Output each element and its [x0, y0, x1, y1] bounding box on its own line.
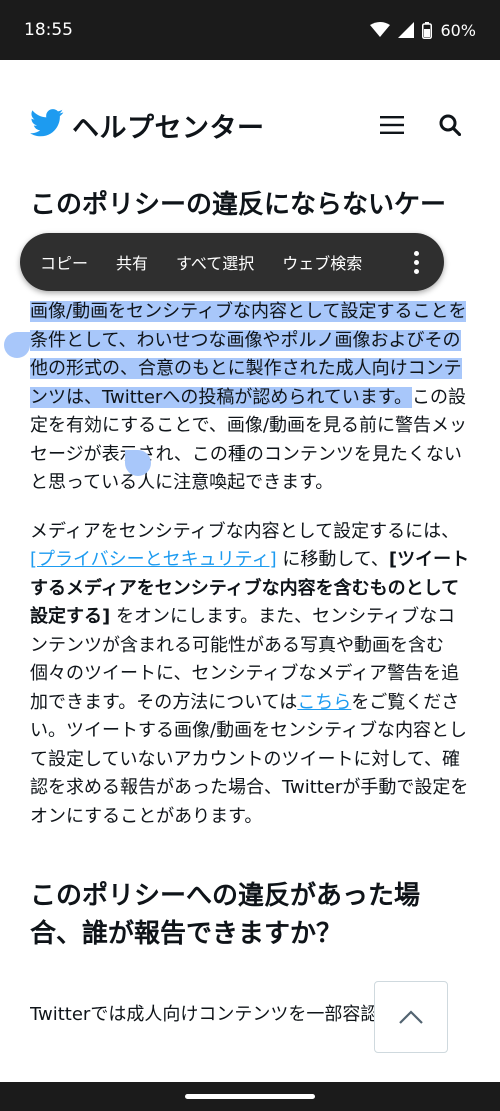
- paragraph-text: メディアをセンシティブな内容として設定するには、: [30, 520, 460, 542]
- section-heading: このポリシーの違反にならないケースとは？: [30, 190, 447, 220]
- status-icons: 60%: [370, 21, 476, 40]
- wifi-icon: [370, 22, 391, 38]
- heading-clip: このポリシーの違反にならないケースとは？: [30, 186, 470, 226]
- search-button[interactable]: [430, 105, 470, 145]
- paragraph: メディアをセンシティブな内容として設定するには、[プライバシーとセキュリティ] …: [30, 518, 470, 832]
- chevron-up-icon: [399, 1010, 423, 1024]
- selected-text[interactable]: 画像/動画をセンシティブな内容として設定することを条件として、わいせつな画像やポ…: [30, 301, 467, 408]
- battery-icon: [422, 21, 433, 39]
- paragraph-text: に移動して、: [276, 549, 389, 570]
- more-options-icon[interactable]: [408, 250, 424, 274]
- text-selection-menu: コピー 共有 すべて選択 ウェブ検索: [20, 233, 444, 291]
- home-gesture-handle[interactable]: [185, 1094, 315, 1099]
- status-time: 18:55: [24, 20, 73, 40]
- here-link[interactable]: こちら: [297, 692, 351, 713]
- privacy-security-link[interactable]: [プライバシーとセキュリティ]: [30, 549, 277, 570]
- menu-button[interactable]: [372, 105, 412, 145]
- hamburger-icon: [380, 116, 404, 134]
- paragraph[interactable]: 画像/動画をセンシティブな内容として設定することを条件として、わいせつな画像やポ…: [30, 298, 470, 498]
- brand[interactable]: ヘルプセンター: [30, 106, 372, 145]
- select-all-menu-item[interactable]: すべて選択: [176, 250, 254, 274]
- web-search-menu-item[interactable]: ウェブ検索: [282, 250, 362, 274]
- signal-icon: [398, 22, 415, 38]
- scroll-to-top-button[interactable]: [374, 981, 448, 1053]
- status-bar: 18:55 60%: [0, 0, 500, 60]
- article-content: このポリシーの違反にならないケースとは？ 画像/動画をセンシティブな内容として設…: [30, 186, 470, 1030]
- section-heading: このポリシーへの違反があった場合、誰が報告できますか？: [30, 881, 421, 949]
- search-icon: [439, 114, 461, 136]
- twitter-bird-icon: [30, 109, 64, 141]
- battery-percent: 60%: [440, 20, 476, 40]
- copy-menu-item[interactable]: コピー: [40, 250, 88, 274]
- help-center-header: ヘルプセンター: [0, 60, 500, 190]
- share-menu-item[interactable]: 共有: [116, 250, 148, 274]
- selection-handle-end[interactable]: [125, 450, 151, 476]
- page-title: ヘルプセンター: [72, 112, 265, 144]
- system-nav-bar: [0, 1082, 500, 1111]
- selection-handle-start[interactable]: [4, 332, 30, 358]
